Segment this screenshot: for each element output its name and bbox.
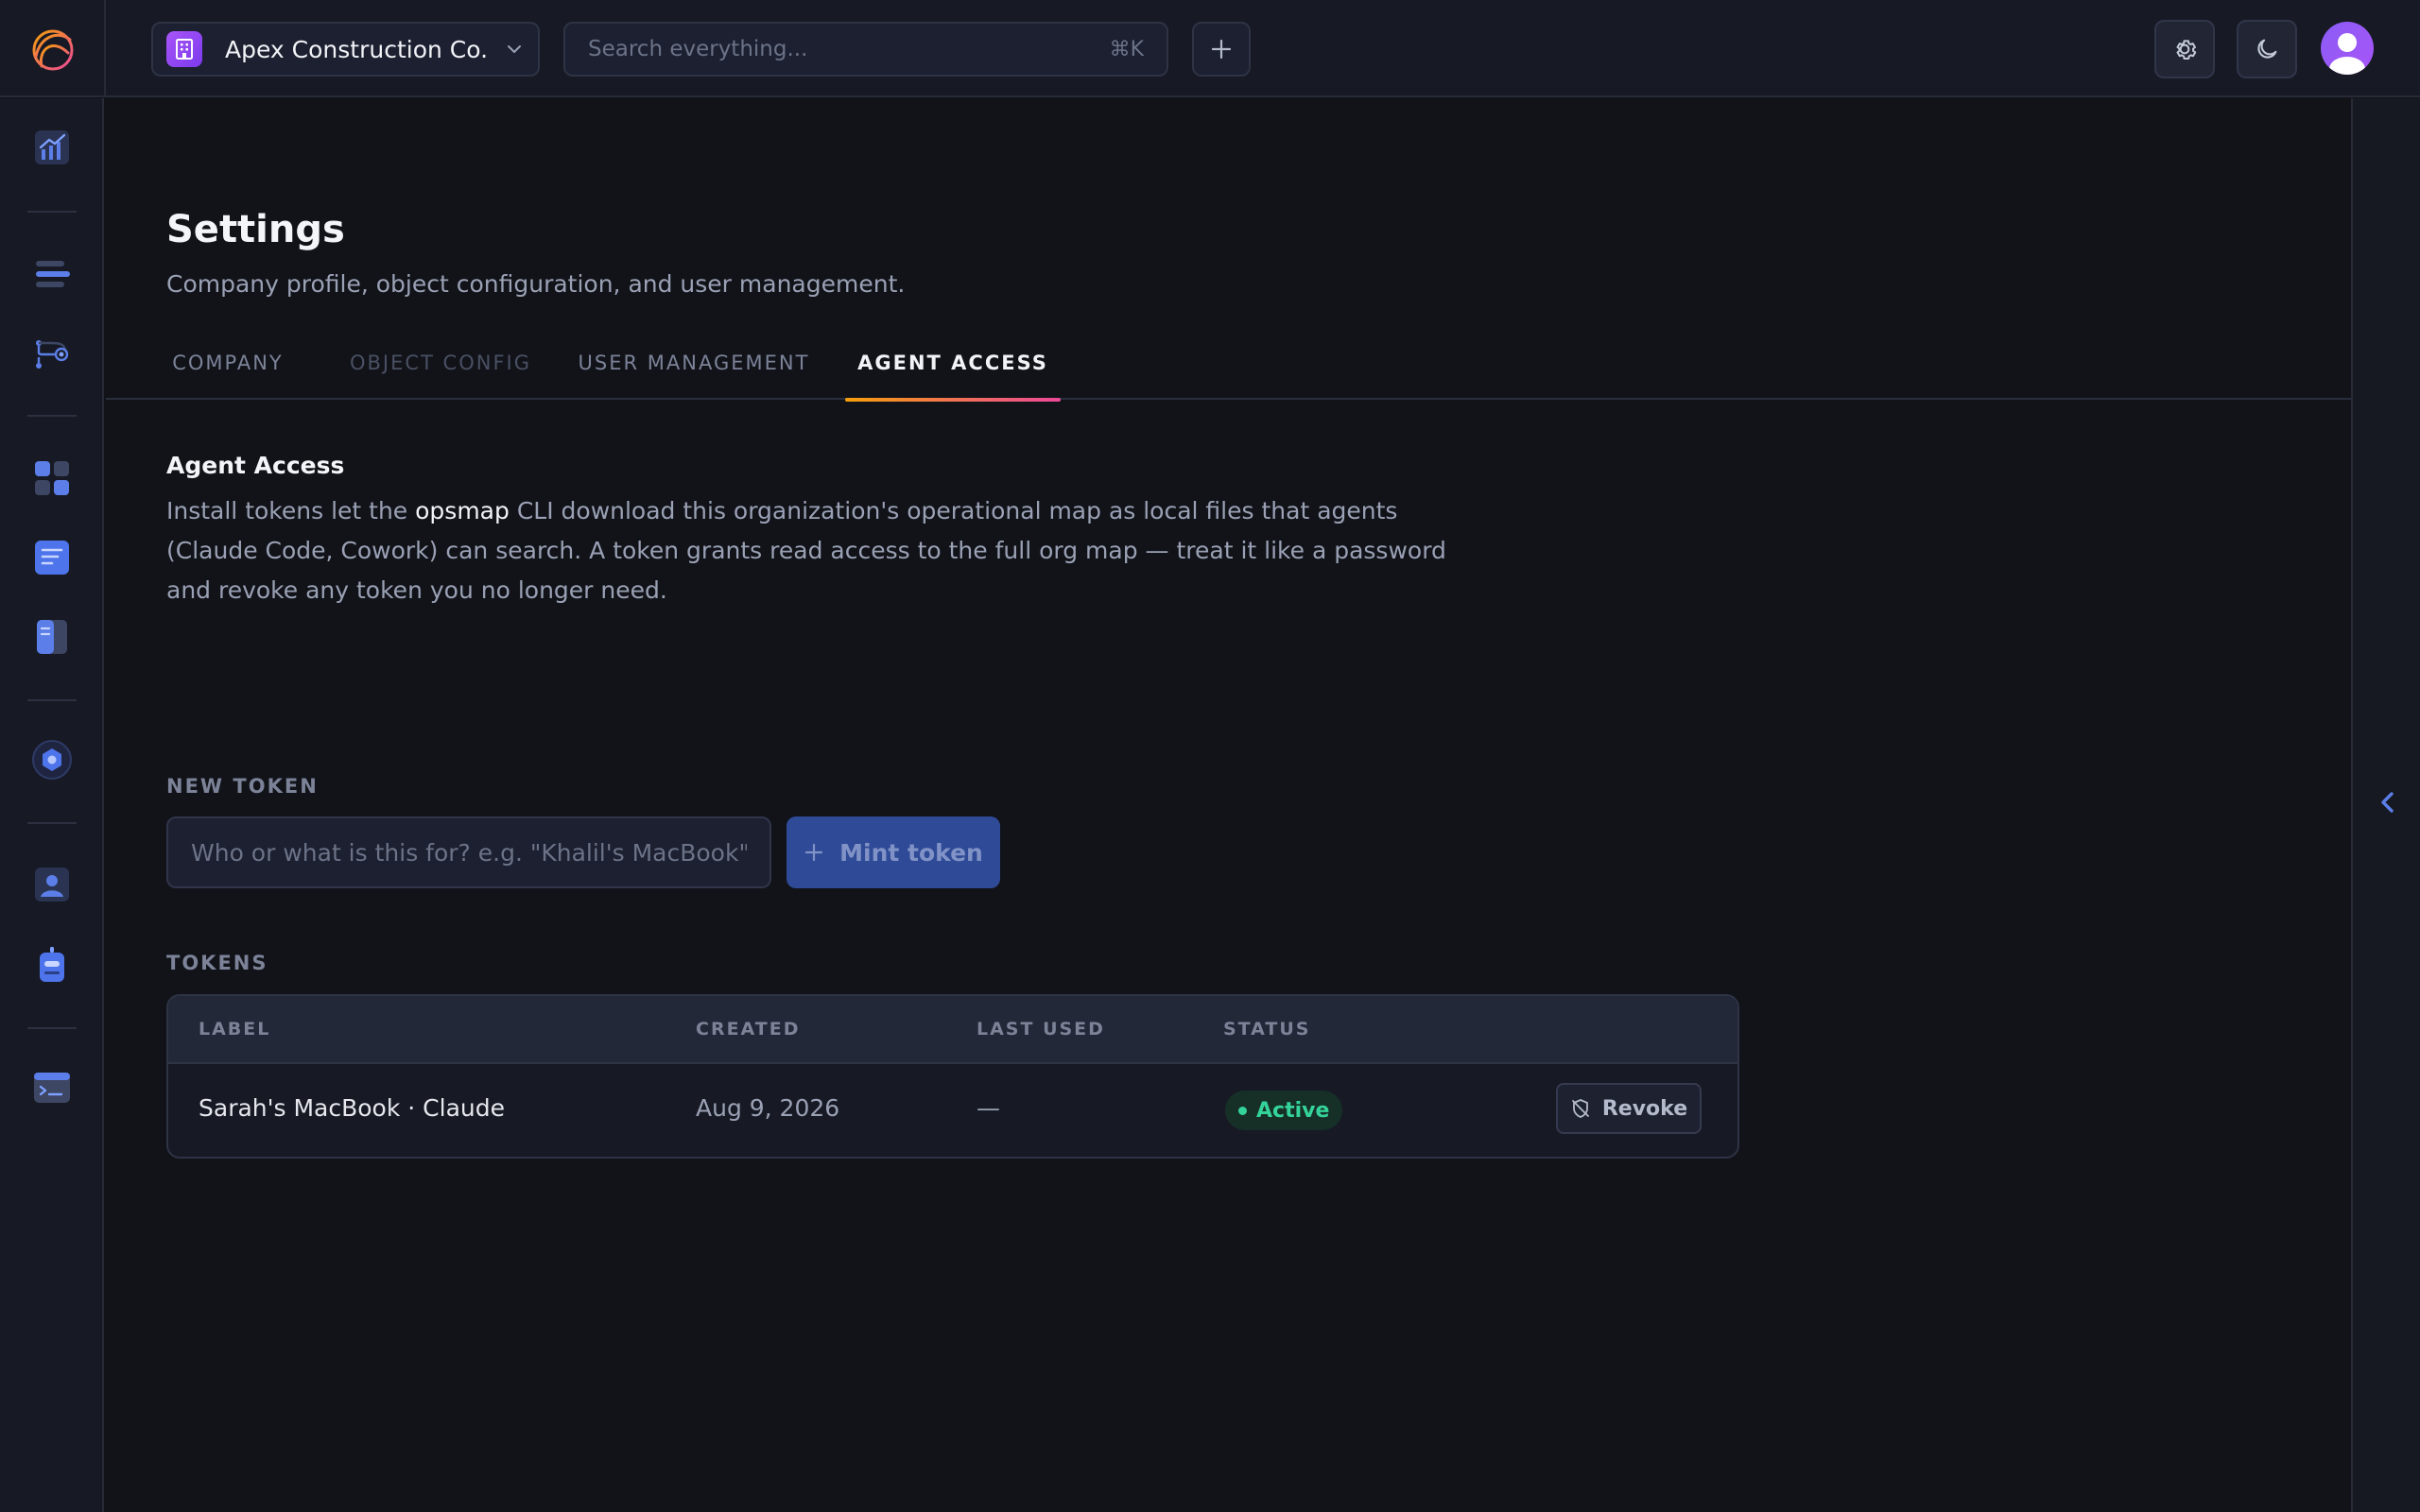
rail-item-library[interactable] — [31, 616, 73, 658]
workflow-icon — [36, 340, 69, 369]
status-text: Active — [1256, 1098, 1330, 1123]
section-title: Agent Access — [166, 452, 345, 479]
tab-agent-access[interactable]: AGENT ACCESS — [845, 325, 1061, 402]
tokens-label: TOKENS — [166, 952, 268, 974]
rail-item-agents[interactable] — [31, 944, 73, 986]
token-created: Aug 9, 2026 — [696, 1094, 840, 1122]
column-header-status: STATUS — [1223, 1019, 1311, 1040]
column-header-created: CREATED — [696, 1019, 801, 1040]
document-icon — [35, 541, 69, 575]
robot-icon — [40, 947, 64, 982]
status-badge: Active — [1225, 1091, 1343, 1130]
topbar-divider — [104, 0, 106, 97]
rail-item-apps[interactable] — [31, 457, 73, 499]
rail-separator — [27, 415, 77, 417]
description-text: Install tokens let the — [166, 497, 416, 524]
column-header-label: LABEL — [199, 1019, 271, 1040]
rail-separator — [27, 699, 77, 701]
tokens-table: LABEL CREATED LAST USED STATUS Sarah's M… — [166, 994, 1739, 1159]
book-icon — [37, 620, 67, 654]
token-last-used: — — [977, 1094, 1000, 1122]
new-token-label: NEW TOKEN — [166, 775, 319, 798]
rail-item-list[interactable] — [31, 253, 73, 295]
user-icon — [35, 868, 69, 902]
rail-item-analytics[interactable] — [31, 127, 73, 168]
org-switcher[interactable]: Apex Construction Co. — [151, 22, 540, 77]
list-icon — [36, 261, 70, 287]
rail-separator — [27, 1027, 77, 1029]
tab-user-management[interactable]: USER MANAGEMENT — [573, 325, 815, 400]
page-title: Settings — [166, 208, 345, 251]
column-header-last-used: LAST USED — [977, 1019, 1105, 1040]
token-label-input[interactable] — [166, 816, 771, 888]
building-icon — [166, 31, 202, 67]
user-icon — [2329, 33, 2365, 75]
rail-item-users[interactable] — [31, 864, 73, 905]
revoke-button[interactable]: Revoke — [1556, 1083, 1702, 1134]
mint-token-label: Mint token — [839, 838, 983, 867]
status-dot-icon — [1238, 1106, 1247, 1115]
token-label: Sarah's MacBook · Claude — [199, 1094, 505, 1122]
top-bar: Apex Construction Co. ⌘K — [0, 0, 2420, 97]
settings-tabs: COMPANY OBJECT CONFIG USER MANAGEMENT AG… — [106, 325, 2351, 402]
theme-toggle-button[interactable] — [2237, 20, 2297, 78]
gear-icon — [2176, 40, 2197, 60]
add-button[interactable] — [1192, 22, 1251, 77]
rail-separator — [27, 822, 77, 824]
cli-name: opsmap — [415, 497, 510, 524]
analytics-icon — [35, 130, 69, 164]
app-logo-icon[interactable] — [26, 25, 79, 74]
plus-icon — [805, 843, 823, 862]
settings-button[interactable] — [2154, 20, 2215, 78]
rail-separator — [27, 211, 77, 213]
rail-item-terminal[interactable] — [31, 1067, 73, 1108]
search-shortcut: ⌘K — [1109, 37, 1144, 61]
terminal-icon — [34, 1073, 70, 1103]
moon-icon — [2257, 39, 2277, 59]
shield-off-icon — [1571, 1099, 1589, 1118]
section-description: Install tokens let the opsmap CLI downlo… — [166, 491, 1461, 610]
page-subtitle: Company profile, object configuration, a… — [166, 270, 906, 298]
tab-company[interactable]: COMPANY — [129, 325, 327, 400]
main-content: Settings Company profile, object configu… — [106, 98, 2351, 1512]
revoke-label: Revoke — [1601, 1096, 1688, 1121]
mint-token-button[interactable]: Mint token — [786, 816, 1000, 888]
right-panel-rail — [2351, 98, 2420, 1512]
rail-item-documents[interactable] — [31, 537, 73, 578]
table-header: LABEL CREATED LAST USED STATUS — [168, 996, 1737, 1064]
left-rail — [0, 98, 104, 1512]
plus-icon — [1211, 39, 1232, 60]
user-avatar[interactable] — [2321, 22, 2374, 75]
hex-icon — [32, 740, 72, 780]
chevron-left-icon[interactable] — [2372, 786, 2404, 818]
tab-object-config[interactable]: OBJECT CONFIG — [337, 325, 544, 400]
org-name: Apex Construction Co. — [225, 35, 489, 63]
apps-icon — [35, 461, 69, 495]
table-row: Sarah's MacBook · Claude Aug 9, 2026 — A… — [168, 1064, 1737, 1157]
chevron-down-icon — [508, 45, 521, 53]
global-search[interactable]: ⌘K — [563, 22, 1168, 77]
rail-item-workflow[interactable] — [31, 333, 73, 374]
rail-item-integrations[interactable] — [31, 739, 73, 781]
search-input[interactable] — [588, 37, 1110, 61]
